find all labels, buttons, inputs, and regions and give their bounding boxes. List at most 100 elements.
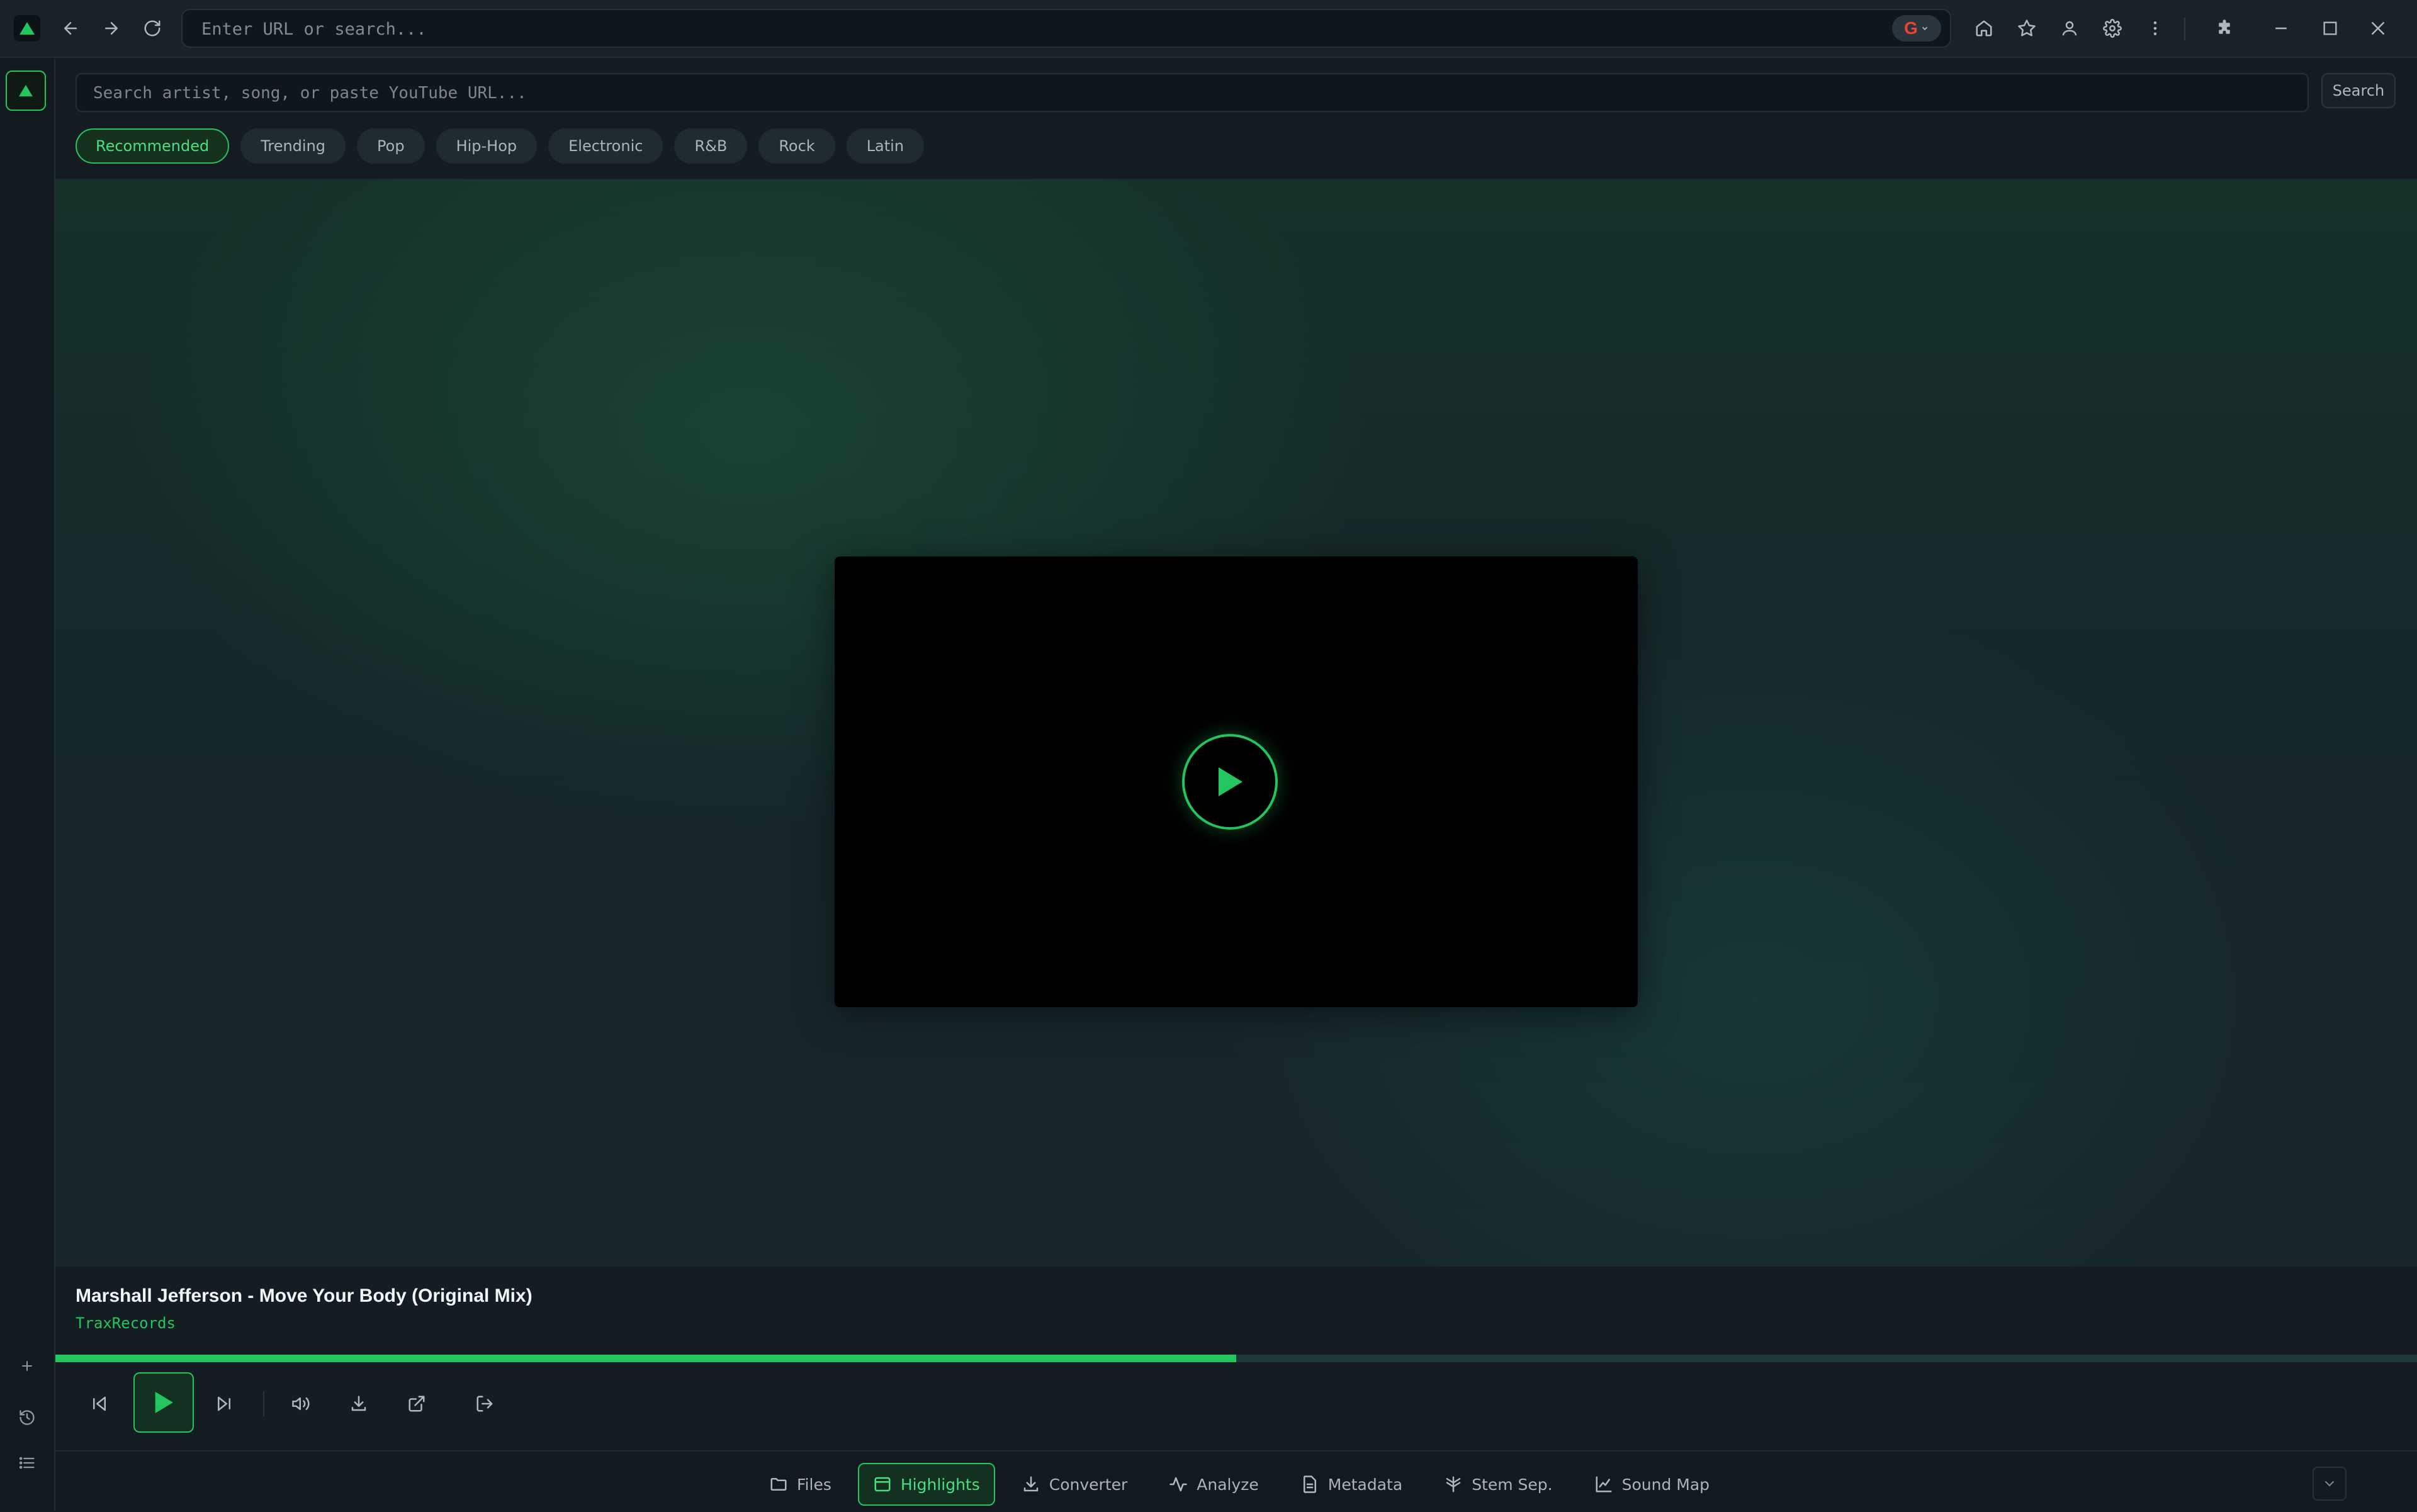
close-window-button[interactable] [2365,16,2391,41]
genre-chip-hip-hop[interactable]: Hip-Hop [436,128,538,164]
download-button[interactable] [340,1385,378,1423]
tab-stem-separation[interactable]: Stem Sep. [1429,1463,1567,1506]
tab-label: Highlights [900,1475,980,1494]
progress-fill [55,1355,1236,1362]
profile-button[interactable] [2057,16,2082,41]
maximize-icon [2323,21,2337,35]
bottom-tab-bar: Files Highlights Converter Analyze Metad… [55,1450,2417,1512]
video-play-button[interactable] [1182,734,1278,830]
arrow-right-icon [105,22,118,35]
video-stage [55,179,2417,1268]
play-button[interactable] [133,1372,194,1433]
google-icon: G [1904,18,1918,38]
tool-tabs: Files Highlights Converter Analyze Metad… [754,1463,1725,1506]
star-icon [2018,20,2036,37]
history-button[interactable] [14,1405,40,1430]
genre-chip-rock[interactable]: Rock [758,128,835,164]
video-player[interactable] [835,556,1638,1007]
gear-icon [2103,19,2122,38]
forward-button[interactable] [99,16,124,41]
music-search-input[interactable] [92,74,2291,112]
more-menu-button[interactable] [2143,16,2168,41]
skip-forward-icon [218,1396,230,1411]
tab-metadata[interactable]: Metadata [1285,1463,1417,1506]
minimize-button[interactable] [2268,16,2294,41]
download-icon [351,1396,366,1411]
volume-icon [292,1397,310,1410]
add-button[interactable] [14,1353,40,1379]
toolbar-divider [2184,18,2185,40]
external-link-icon [408,1396,425,1412]
tab-highlights[interactable]: Highlights [857,1463,995,1506]
progress-bar[interactable] [55,1355,2417,1362]
url-input[interactable] [200,10,1871,48]
highlights-icon [874,1477,891,1492]
genre-chip-trending[interactable]: Trending [240,128,346,164]
chevron-down-icon [1922,26,1928,30]
tab-sound-map[interactable]: Sound Map [1579,1463,1725,1506]
close-icon [2372,22,2384,35]
app-logo [14,15,40,42]
controls-divider [263,1391,264,1416]
download-icon [1023,1476,1039,1492]
document-icon [1303,1475,1316,1493]
tab-analyze[interactable]: Analyze [1154,1463,1274,1506]
track-title: Marshall Jefferson - Move Your Body (Ori… [76,1285,532,1306]
genre-chip-rnb[interactable]: R&B [674,128,748,164]
home-button[interactable] [1971,16,1997,41]
plus-icon [22,1361,32,1371]
pulse-icon [1169,1477,1188,1492]
skip-back-icon [93,1396,106,1411]
track-artist[interactable]: TraxRecords [76,1314,176,1332]
puzzle-icon [2219,20,2230,34]
settings-button[interactable] [2100,16,2125,41]
maximize-button[interactable] [2318,16,2343,41]
collapse-panel-button[interactable] [2313,1467,2347,1501]
open-external-button[interactable] [398,1385,436,1423]
back-button[interactable] [58,16,83,41]
home-icon [1976,20,1992,37]
tab-label: Sound Map [1621,1475,1710,1494]
url-bar[interactable]: G [181,9,1951,48]
genre-chips: Recommended Trending Pop Hip-Hop Electro… [76,128,925,164]
reload-icon [144,20,161,37]
folder-icon [770,1478,787,1491]
extensions-button[interactable] [2212,16,2237,41]
bookmark-button[interactable] [2014,16,2039,41]
queue-button[interactable] [14,1450,40,1475]
chevron-down-icon [2325,1481,2334,1487]
play-icon [1219,767,1242,796]
genre-chip-latin[interactable]: Latin [846,128,925,164]
playback-controls [55,1372,622,1435]
browser-titlebar: G [0,0,2417,58]
tab-label: Metadata [1327,1475,1403,1494]
previous-button[interactable] [81,1385,118,1423]
list-icon [19,1457,35,1469]
user-icon [2062,21,2077,36]
tab-label: Files [797,1475,831,1494]
tab-files[interactable]: Files [754,1463,847,1506]
search-engine-selector[interactable]: G [1892,15,1941,42]
sidebar [0,58,55,1511]
music-search-bar[interactable] [76,73,2309,112]
tab-label: Stem Sep. [1472,1475,1553,1494]
chart-icon [1596,1476,1612,1492]
logout-icon [476,1396,493,1412]
volume-button[interactable] [282,1385,320,1423]
search-button[interactable]: Search [2321,73,2396,108]
more-vertical-icon [2153,21,2157,35]
history-icon [20,1410,35,1425]
exit-button[interactable] [466,1385,504,1423]
genre-chip-recommended[interactable]: Recommended [76,128,230,164]
app-logo-icon [19,84,33,97]
genre-chip-pop[interactable]: Pop [357,128,425,164]
genre-chip-electronic[interactable]: Electronic [548,128,663,164]
tab-converter[interactable]: Converter [1006,1463,1143,1506]
play-icon [155,1391,173,1414]
reload-button[interactable] [140,16,165,41]
sidebar-app-button[interactable] [6,71,46,111]
tab-label: Analyze [1197,1475,1259,1494]
split-icon [1446,1476,1461,1492]
next-button[interactable] [205,1385,243,1423]
minimize-icon [2275,27,2287,30]
